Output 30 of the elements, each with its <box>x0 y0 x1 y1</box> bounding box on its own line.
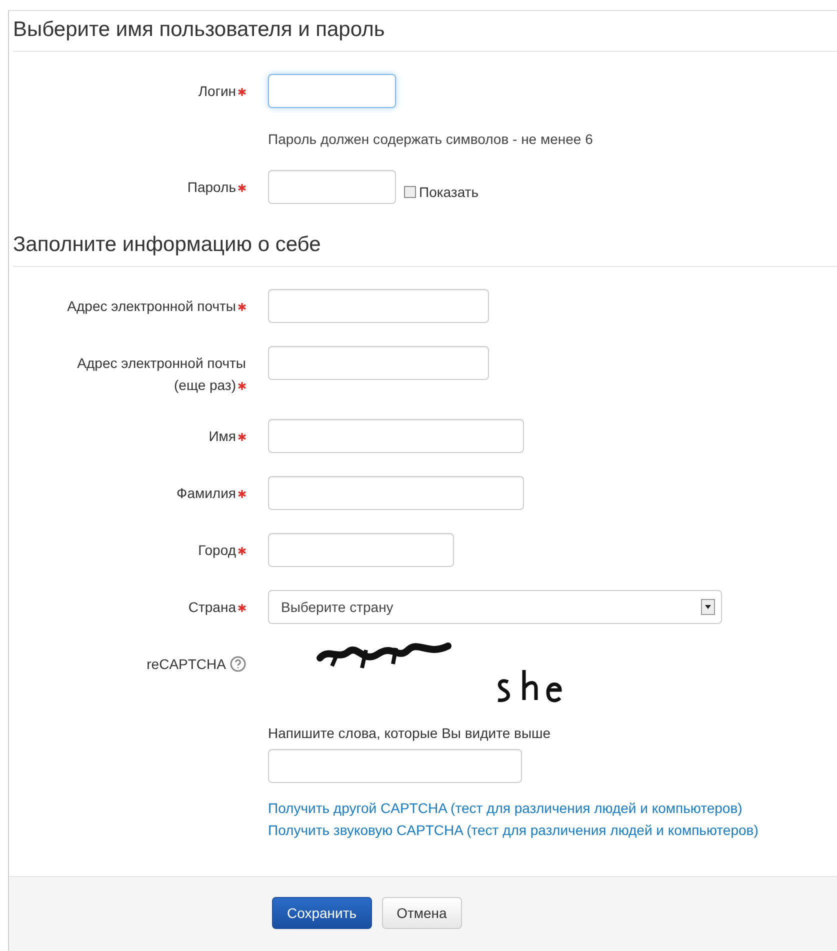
checkbox[interactable] <box>404 186 416 198</box>
caret-icon <box>705 605 711 609</box>
captcha-answer-field[interactable] <box>268 749 522 783</box>
save-button[interactable]: Сохранить <box>272 897 372 929</box>
field-label: Страна <box>188 599 236 615</box>
captcha-instruction: Напишите слова, которые Вы видите выше <box>268 725 552 741</box>
help-icon <box>230 656 246 672</box>
field-label: reCAPTCHA <box>146 656 226 672</box>
captcha-link[interactable]: Получить звуковую CAPTCHA (тест для различения людей и компьютеров) <box>268 819 837 841</box>
field-label: Логин <box>198 83 236 99</box>
field-label: Фамилия <box>176 485 236 501</box>
cancel-button[interactable]: Отмена <box>382 897 462 929</box>
text-field[interactable] <box>268 289 489 323</box>
field-label: Пароль <box>187 179 236 195</box>
field-label: Адрес электронной почты <box>67 298 236 314</box>
captcha-link[interactable]: Получить другой CAPTCHA (тест для различения людей и компьютеров) <box>268 797 837 819</box>
section-heading: Выберите имя пользователя и пароль <box>13 17 837 52</box>
country-dropdown[interactable]: Выберите страну <box>268 590 722 624</box>
password-field[interactable] <box>268 170 396 204</box>
field-label: Имя <box>208 428 236 444</box>
text-field[interactable] <box>268 419 524 453</box>
text-field[interactable] <box>268 74 396 108</box>
text-field[interactable] <box>268 346 489 380</box>
field-label: Город <box>198 542 236 558</box>
section-heading: Заполните информацию о себе <box>13 232 837 267</box>
text-field[interactable] <box>268 533 454 567</box>
checkbox-label: Показать <box>419 184 479 200</box>
field-label: Адрес электронной почты (еще раз) <box>77 355 246 393</box>
hint-text: Пароль должен содержать символов - не менее 6 <box>268 131 594 147</box>
text-field[interactable] <box>268 476 524 510</box>
